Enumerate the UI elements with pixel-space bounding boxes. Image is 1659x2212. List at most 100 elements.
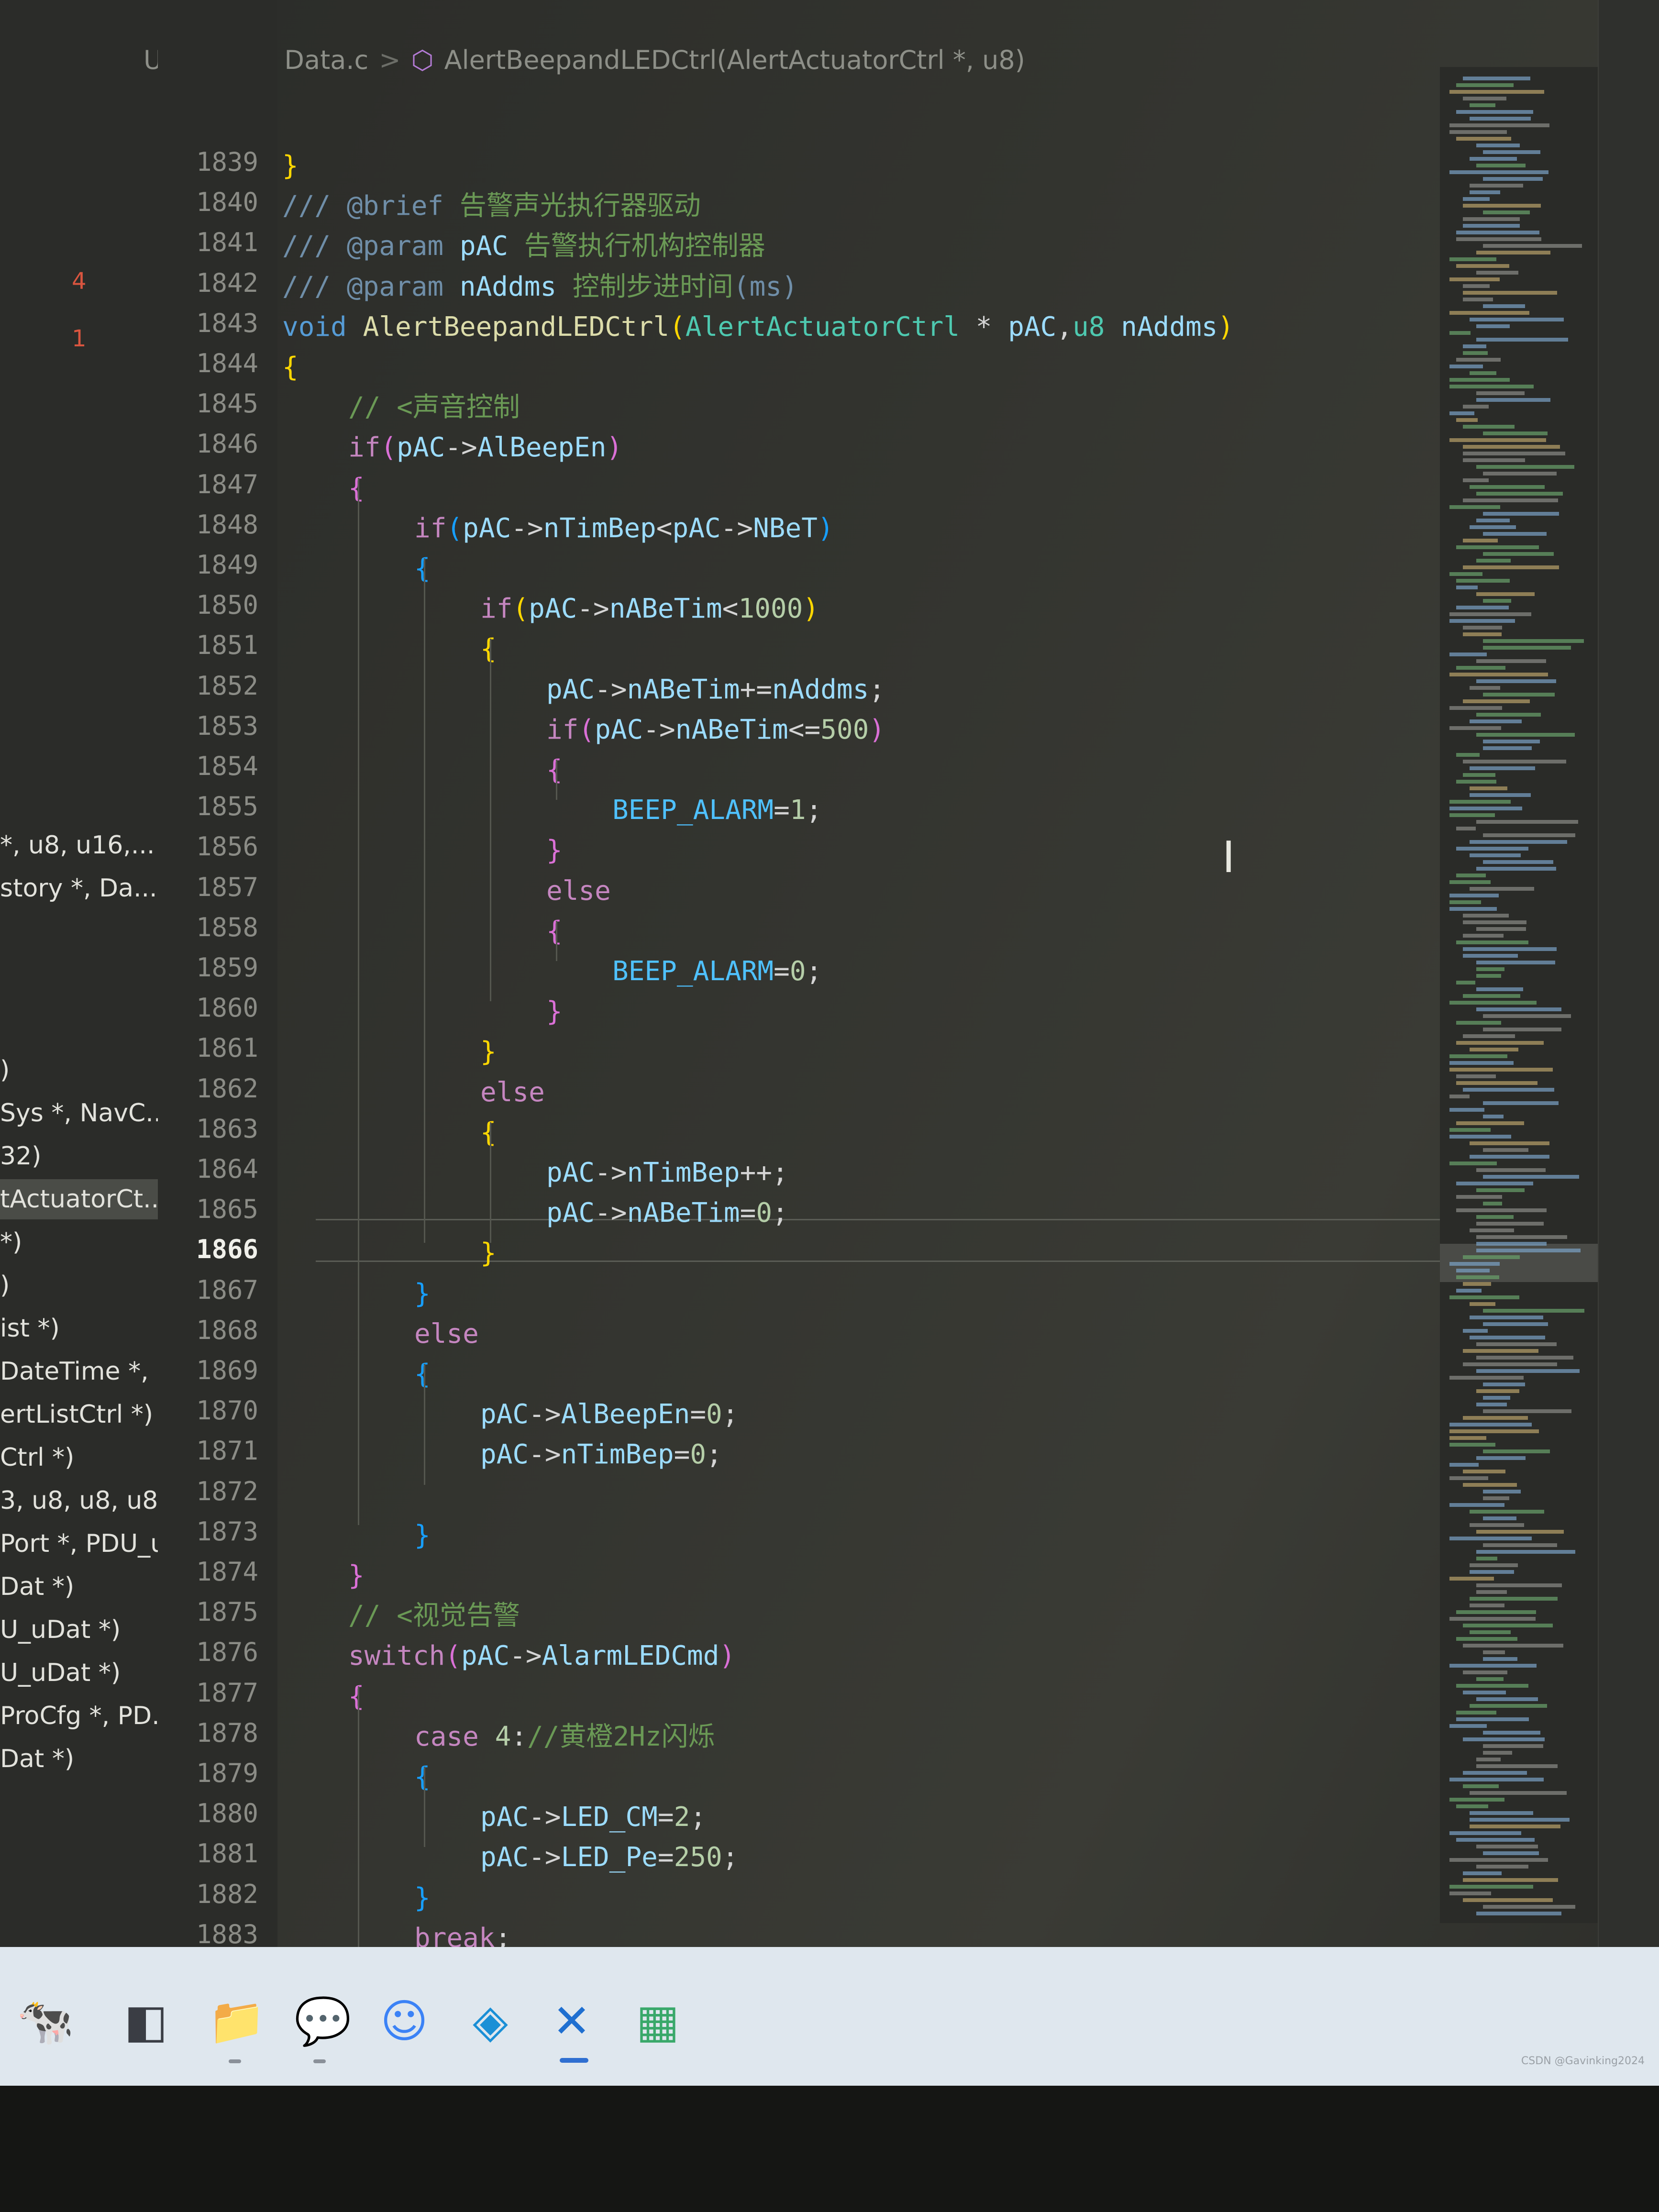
minimap-line (1476, 391, 1525, 395)
outline-item[interactable]: Dat *) (0, 1567, 158, 1607)
minimap-line (1463, 1282, 1491, 1286)
task-view-icon[interactable]: ◧ (115, 1990, 177, 2052)
outline-item[interactable]: ) (0, 1265, 158, 1305)
code-line: // <声音控制 (348, 388, 520, 427)
minimap-line (1463, 1483, 1517, 1487)
outline-item[interactable]: Dat *) (0, 1739, 158, 1779)
outline-item[interactable]: U_uDat *) (0, 1653, 158, 1693)
code-token: } (480, 1238, 497, 1269)
minimap[interactable] (1440, 67, 1641, 1923)
vscode-icon[interactable]: ✕ (541, 1990, 603, 2052)
file-explorer-icon[interactable]: 📁 (206, 1990, 268, 2052)
minimap-line (1470, 1604, 1504, 1607)
minimap-line (1463, 1898, 1553, 1902)
indent-guide (358, 1686, 359, 1947)
code-token: * (960, 311, 1008, 343)
minimap-line (1483, 1322, 1548, 1326)
minimap-line (1449, 1858, 1548, 1862)
minimap-line (1470, 1704, 1547, 1708)
minimap-line (1476, 1550, 1576, 1554)
code-token: 0 (706, 1399, 722, 1430)
minimap-line (1456, 753, 1480, 757)
minimap-line (1449, 365, 1483, 368)
outline-item[interactable]: Port *, PDU_u... (0, 1524, 158, 1564)
code-token: void (282, 311, 363, 343)
minimap-line (1456, 874, 1486, 877)
minimap-line (1476, 867, 1557, 871)
code-token: -> (643, 714, 675, 745)
minimap-line (1483, 1496, 1509, 1500)
minimap-line (1456, 1208, 1547, 1212)
wechat-icon[interactable]: 💬 (292, 1990, 354, 2052)
outline-item[interactable]: U_uDat *) (0, 1610, 158, 1650)
outline-item[interactable]: Sys *, NavC... (0, 1093, 158, 1133)
code-line: /// @param nAddms 控制步进时间(ms) (282, 268, 798, 306)
minimap-line (1470, 887, 1535, 891)
minimap-line (1449, 378, 1510, 382)
code-token: ( (669, 311, 686, 343)
minimap-line (1449, 1577, 1494, 1581)
code-line: else (480, 1073, 545, 1112)
code-token: ; (869, 674, 885, 705)
outline-item[interactable]: tActuatorCt... (0, 1179, 158, 1219)
browser-icon[interactable]: ◈ (459, 1990, 521, 2052)
outline-item[interactable]: *, u8, u16,... (0, 825, 158, 865)
minimap-line (1476, 1456, 1526, 1460)
vsdl-icon[interactable]: ▦ (627, 1990, 689, 2052)
outline-item[interactable]: 32) (0, 1136, 158, 1176)
code-token: -> (595, 1197, 627, 1229)
minimap-line (1463, 298, 1493, 301)
outline-item[interactable]: *) (0, 1222, 158, 1262)
minimap-line (1476, 398, 1551, 402)
code-token: pAC (595, 714, 643, 745)
code-line: } (480, 1234, 497, 1272)
code-token: pAC (546, 1157, 595, 1188)
code-token: -> (445, 432, 477, 464)
minimap-line (1463, 1349, 1539, 1353)
outline-item[interactable]: ProCfg *, PD... (0, 1696, 158, 1736)
outline-item[interactable]: story *, Da... (0, 868, 158, 908)
minimap-line (1483, 1851, 1539, 1855)
minimap-line (1470, 1563, 1518, 1567)
minimap-line (1456, 1637, 1517, 1641)
minimap-line (1476, 1697, 1538, 1701)
minimap-line (1470, 793, 1531, 797)
minimap-line (1476, 519, 1510, 522)
code-token: ) (719, 1640, 736, 1672)
line-number: 1877 (196, 1677, 258, 1708)
outline-item[interactable]: 3, u8, u8, u8, ... (0, 1481, 158, 1521)
code-token: } (546, 996, 563, 1028)
line-number: 1882 (196, 1879, 258, 1909)
code-line: pAC->nTimBep=0; (480, 1436, 722, 1474)
outline-item[interactable]: DateTime *, ... (0, 1351, 158, 1392)
vertical-scrollbar[interactable] (1598, 0, 1659, 1947)
line-number: 1840 (196, 187, 258, 218)
cow-app-icon[interactable]: 🐄 (14, 1990, 77, 2052)
outline-item[interactable]: ist *) (0, 1308, 158, 1349)
outline-item[interactable]: ) (0, 1050, 158, 1090)
code-token: 500 (820, 714, 869, 745)
code-token: 250 (674, 1842, 722, 1873)
code-token: nABeTim (627, 1197, 740, 1229)
minimap-line (1456, 1041, 1544, 1045)
active-app-indicator (560, 2058, 588, 2063)
minimap-line (1449, 331, 1471, 335)
minimap-line (1456, 780, 1496, 784)
minimap-line (1449, 505, 1501, 509)
ai-assistant-icon[interactable]: ☺ (373, 1990, 435, 2052)
line-number: 1857 (196, 872, 258, 902)
minimap-line (1449, 880, 1491, 884)
minimap-line (1449, 1095, 1470, 1098)
running-app-indicator (313, 2059, 326, 2063)
problem-count-badge: 4 (72, 268, 87, 295)
code-editor[interactable]: I }/// @brief 告警声光执行器驱动/// @param pAC 告警… (277, 0, 1440, 1947)
minimap-line (1463, 1470, 1505, 1473)
minimap-line (1470, 719, 1522, 723)
outline-item[interactable]: ertListCtrl *) (0, 1394, 158, 1435)
line-number: 1883 (196, 1919, 258, 1947)
outline-item[interactable]: Ctrl *) (0, 1438, 158, 1478)
minimap-line (1476, 338, 1568, 342)
minimap-line (1456, 358, 1501, 362)
minimap-line (1476, 1583, 1562, 1587)
code-line: if(pAC->nTimBep<pAC->NBeT) (414, 509, 834, 548)
